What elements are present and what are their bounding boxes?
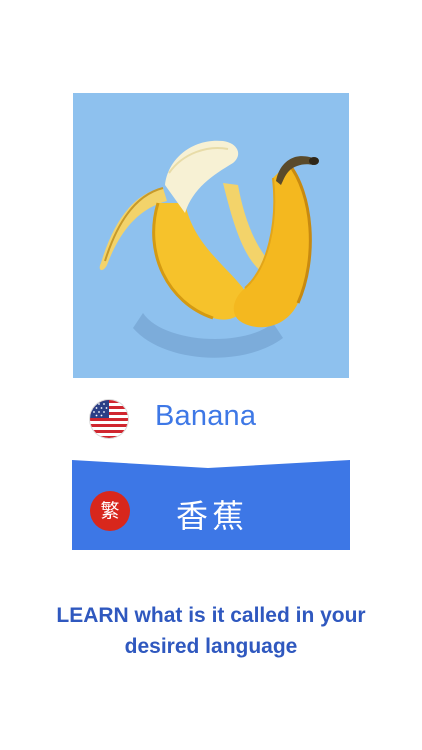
source-word: Banana <box>155 400 257 432</box>
us-flag-icon <box>90 400 128 438</box>
tagline-line-1: LEARN what is it called in your <box>56 604 366 627</box>
target-language-banner: 繁 香蕉 <box>72 460 350 550</box>
banana-photo <box>73 93 349 378</box>
tagline: LEARN what is it called in your desired … <box>0 600 422 662</box>
target-word: 香蕉 <box>176 497 249 535</box>
source-language-row: Banana <box>73 386 349 456</box>
tagline-line-2: desired language <box>124 635 298 658</box>
traditional-chinese-badge-icon: 繁 <box>90 491 130 531</box>
